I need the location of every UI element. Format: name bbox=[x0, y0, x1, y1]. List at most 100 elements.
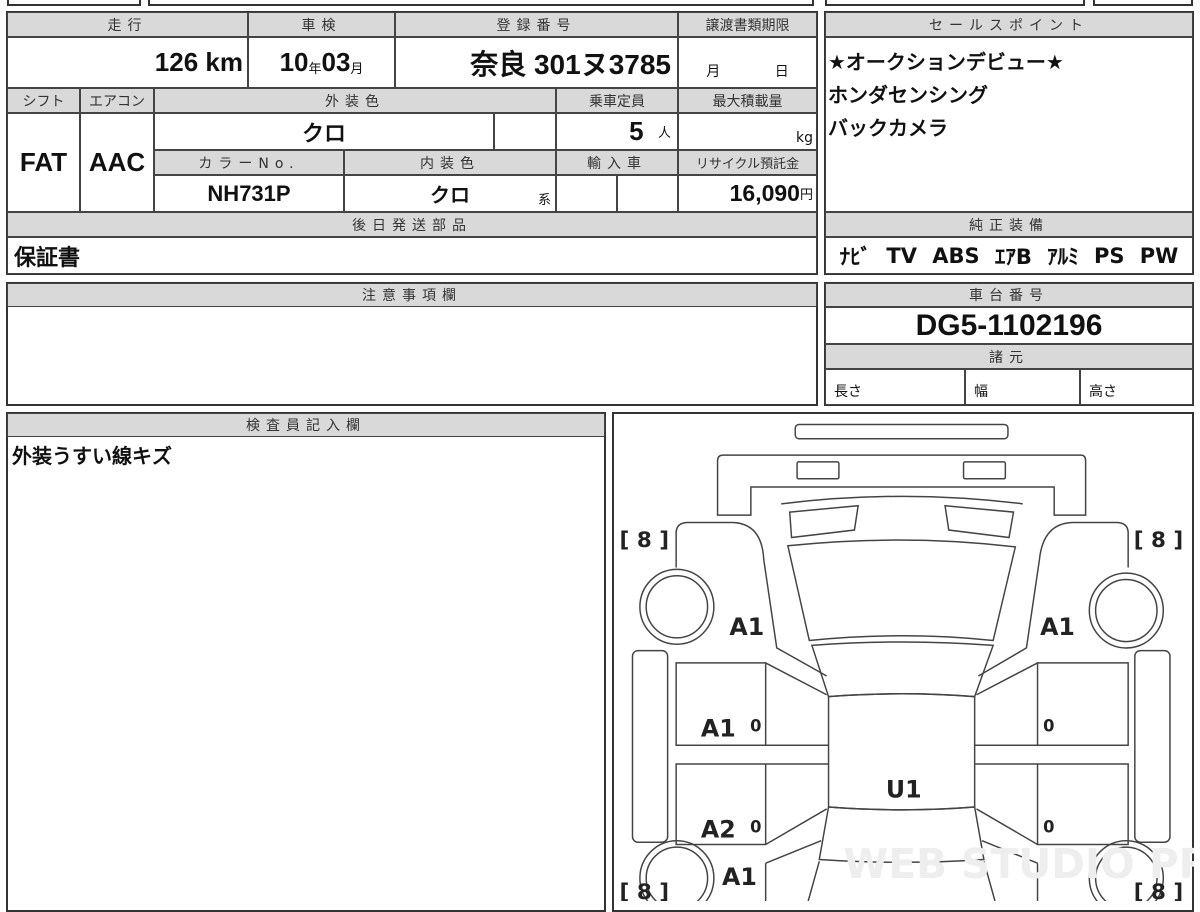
specs-label: 諸元 bbox=[825, 344, 1193, 369]
sales-point-item: バックカメラ bbox=[828, 116, 948, 140]
inspection-year: 10 bbox=[279, 47, 309, 77]
mark-front-door-left: A1 bbox=[701, 715, 736, 743]
grille-line bbox=[781, 495, 1023, 505]
capacity-number: 5 bbox=[629, 116, 644, 146]
windshield bbox=[810, 641, 995, 698]
exterior-color-extra bbox=[494, 113, 556, 150]
tire-tread-rear-left: [ 8 ] bbox=[620, 880, 669, 901]
month-unit: 月 bbox=[350, 61, 364, 76]
shift-value: FAT bbox=[7, 113, 80, 212]
yen-unit: 円 bbox=[799, 187, 813, 202]
registration-label: 登録番号 bbox=[395, 12, 678, 37]
later-parts-value: 保証書 bbox=[7, 237, 817, 274]
color-no-label: カラーNo. bbox=[154, 150, 344, 175]
exterior-color-label: 外装色 bbox=[154, 88, 556, 113]
fog-lamp-right bbox=[962, 461, 1007, 480]
interior-color-text: クロ bbox=[430, 185, 470, 207]
door-mark-zero: 0 bbox=[1043, 716, 1054, 735]
later-parts-label: 後日発送部品 bbox=[7, 212, 817, 237]
front-fender-left bbox=[675, 521, 828, 677]
interior-color-value: クロ 系 bbox=[344, 175, 556, 212]
mileage-unit: km bbox=[205, 47, 243, 77]
equipment-item: ABS bbox=[932, 243, 980, 268]
transfer-deadline-label: 譲渡書類期限 bbox=[678, 12, 817, 37]
headlight-left bbox=[788, 504, 860, 539]
sales-points-label: セールスポイント bbox=[825, 12, 1193, 37]
mark-rear-door-left: A2 bbox=[701, 816, 736, 844]
notes-label: 注意事項欄 bbox=[7, 283, 817, 307]
aircon-value: AAC bbox=[80, 113, 154, 212]
interior-color-suffix: 系 bbox=[537, 192, 551, 207]
spec-length: 長さ bbox=[825, 369, 965, 405]
shift-label: シフト bbox=[7, 88, 80, 113]
imported-cell bbox=[617, 175, 678, 212]
inspector-box bbox=[6, 412, 606, 912]
max-load-value: kg bbox=[678, 113, 817, 150]
fog-lamp-left bbox=[796, 461, 840, 480]
mileage-value: 126 km bbox=[7, 37, 248, 88]
chassis-number: DG5-1102196 bbox=[825, 307, 1193, 344]
year-unit: 年 bbox=[308, 61, 322, 76]
side-step-right bbox=[1134, 649, 1171, 843]
inspector-label: 検査員記入欄 bbox=[7, 413, 605, 437]
inspector-comment: 外装うすい線キズ bbox=[12, 444, 172, 468]
door-mark-zero: 0 bbox=[1043, 817, 1054, 836]
recycle-fee-value: 16,090 円 bbox=[678, 175, 817, 212]
mark-roof: U1 bbox=[886, 776, 922, 804]
hood-panel bbox=[786, 539, 1017, 642]
imported-cell bbox=[556, 175, 617, 212]
capacity-value: 5 人 bbox=[556, 113, 678, 150]
front-bumper-strip bbox=[794, 423, 1009, 440]
recycle-fee-label: リサイクル預託金 bbox=[678, 150, 817, 175]
door-mark-zero: 0 bbox=[750, 817, 761, 836]
chassis-label: 車台番号 bbox=[825, 283, 1193, 307]
headlight-right bbox=[944, 504, 1015, 539]
tire-front-right bbox=[1088, 572, 1165, 649]
equipment-list: ﾅﾋﾞ TV ABS ｴｱB ｱﾙﾐ PS PW bbox=[825, 237, 1193, 274]
damage-diagram-box: [ 8 ] [ 8 ] [ 8 ] [ 8 ] A1 A1 A1 A2 A1 U… bbox=[612, 412, 1200, 912]
registration-value: 奈良 301ヌ3785 bbox=[395, 37, 678, 88]
sales-point-item: ★オークションデビュー★ bbox=[828, 50, 1064, 74]
front-bumper bbox=[716, 454, 1087, 516]
door-mark-zero: 0 bbox=[750, 716, 761, 735]
top-partial-box bbox=[1093, 0, 1193, 6]
inspection-label: 車検 bbox=[248, 12, 395, 37]
mark-front-right: A1 bbox=[1040, 613, 1075, 641]
capacity-unit: 人 bbox=[657, 125, 671, 140]
color-no-value: NH731P bbox=[154, 175, 344, 212]
inspection-month: 03 bbox=[321, 47, 351, 77]
interior-color-label: 内装色 bbox=[344, 150, 556, 175]
mark-front-left: A1 bbox=[729, 613, 764, 641]
car-diagram: [ 8 ] [ 8 ] [ 8 ] [ 8 ] A1 A1 A1 A2 A1 U… bbox=[620, 423, 1200, 912]
sales-point-item: ホンダセンシング bbox=[828, 83, 988, 107]
imported-label: 輸入車 bbox=[556, 150, 678, 175]
sales-points-list: ★オークションデビュー★ ホンダセンシング バックカメラ bbox=[825, 37, 1193, 212]
recycle-fee-number: 16,090 bbox=[729, 180, 800, 206]
capacity-label: 乗車定員 bbox=[556, 88, 678, 113]
equipment-item: ｱﾙﾐ bbox=[1047, 244, 1079, 269]
equipment-item: TV bbox=[886, 243, 917, 268]
exterior-color-value: クロ bbox=[154, 113, 494, 150]
equipment-item: ｴｱB bbox=[994, 244, 1032, 269]
top-partial-box bbox=[148, 0, 814, 6]
month-unit: 月 bbox=[706, 64, 721, 80]
inspection-value: 10 年 03 月 bbox=[248, 37, 395, 88]
equipment-item: ﾅﾋﾞ bbox=[839, 244, 872, 269]
mileage-label: 走行 bbox=[7, 12, 248, 37]
mark-rear-fender-left: A1 bbox=[722, 863, 757, 891]
spec-height: 高さ bbox=[1080, 369, 1193, 405]
max-load-label: 最大積載量 bbox=[678, 88, 817, 113]
tire-tread-front-right: [ 8 ] bbox=[1134, 528, 1183, 553]
top-partial-box bbox=[825, 0, 1085, 6]
day-unit: 日 bbox=[774, 64, 789, 80]
mileage-number: 126 bbox=[154, 47, 199, 77]
equipment-item: PW bbox=[1139, 243, 1179, 268]
equipment-label: 純正装備 bbox=[825, 212, 1193, 237]
equipment-item: PS bbox=[1093, 243, 1125, 268]
tire-front-left bbox=[639, 568, 715, 645]
watermark: WEB STUDIO PRO bbox=[843, 840, 1194, 888]
top-partial-box bbox=[7, 0, 141, 6]
aircon-label: エアコン bbox=[80, 88, 154, 113]
spec-width: 幅 bbox=[965, 369, 1080, 405]
wheel-front-left bbox=[645, 574, 709, 639]
